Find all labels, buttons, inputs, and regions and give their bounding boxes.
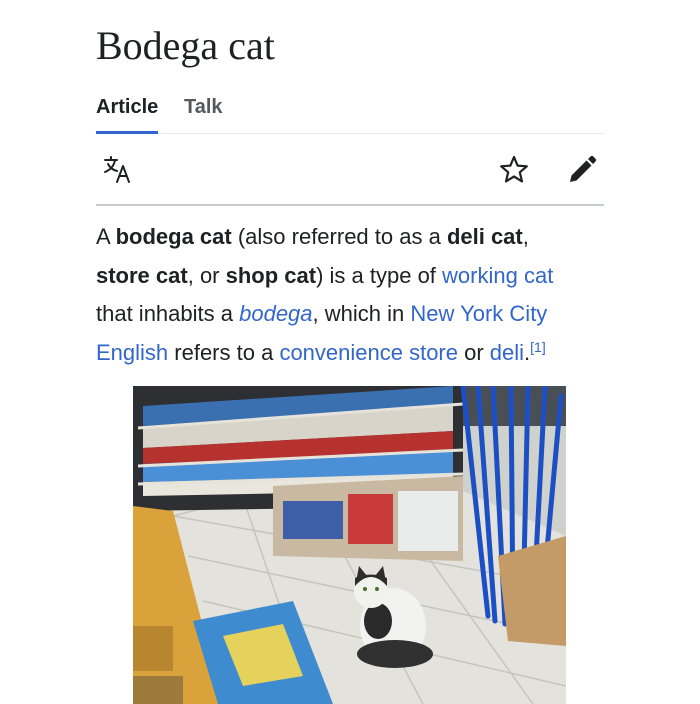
- page-actions-toolbar: [96, 142, 604, 206]
- text: , or: [187, 262, 226, 288]
- paragraph-line: A bodega cat (also referred to as a deli…: [96, 218, 616, 257]
- tab-article[interactable]: Article: [96, 94, 159, 134]
- bold-term: deli cat: [446, 224, 523, 249]
- paragraph-line: that inhabits a bodega, which in New Yor…: [96, 295, 616, 334]
- article-lead-paragraph: A bodega cat (also referred to as a deli…: [96, 218, 616, 372]
- bold-term: store cat: [96, 262, 188, 288]
- bold-term: shop cat: [225, 262, 317, 288]
- link-convenience-store[interactable]: convenience store: [279, 340, 458, 365]
- link-english[interactable]: English: [96, 340, 168, 365]
- article-image[interactable]: [133, 386, 566, 704]
- paragraph-line: store cat, or shop cat) is a type of wor…: [96, 257, 616, 296]
- store-aisle-photo: [133, 386, 566, 704]
- text: or: [458, 339, 490, 365]
- text: ,: [522, 224, 529, 249]
- paragraph-line: English refers to a convenience store or…: [96, 334, 616, 373]
- tab-bar: Article Talk: [96, 94, 604, 134]
- text: (also referred to as a: [231, 224, 447, 249]
- tab-talk[interactable]: Talk: [184, 94, 223, 131]
- translate-icon[interactable]: [102, 154, 134, 186]
- link-bodega[interactable]: bodega: [239, 301, 312, 326]
- star-icon[interactable]: [498, 154, 530, 186]
- link-working-cat[interactable]: working cat: [442, 263, 553, 288]
- page-title: Bodega cat: [96, 23, 275, 68]
- pencil-icon[interactable]: [566, 154, 598, 186]
- link-deli[interactable]: deli: [490, 340, 524, 365]
- text: ) is a type of: [316, 262, 443, 288]
- text: refers to a: [168, 339, 280, 365]
- link-new-york-city[interactable]: New York City: [410, 301, 547, 326]
- text: , which in: [312, 301, 411, 326]
- reference-link[interactable]: [1]: [530, 339, 546, 355]
- text: A: [96, 224, 116, 249]
- bold-term: bodega cat: [115, 224, 232, 249]
- text: that inhabits a: [96, 301, 240, 326]
